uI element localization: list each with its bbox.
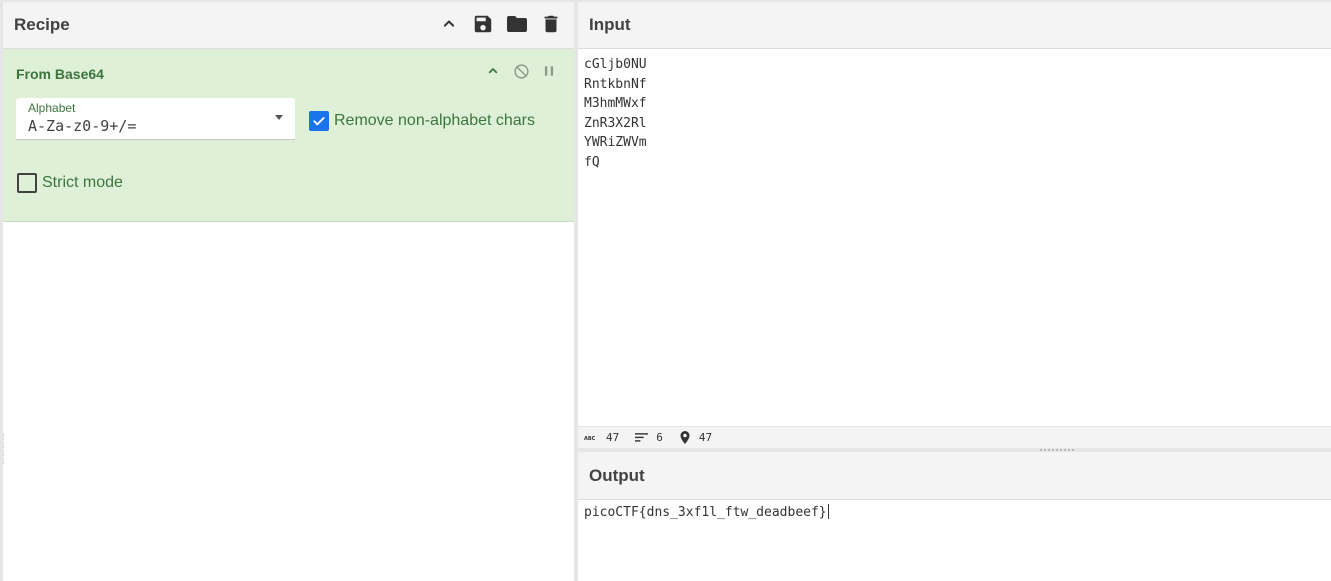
position-stat: 47 bbox=[679, 430, 713, 445]
length-stat: ABC 47 bbox=[584, 431, 619, 444]
operation-disable-button[interactable] bbox=[512, 62, 530, 80]
input-line: M3hmMWxf bbox=[584, 96, 647, 111]
output-text: picoCTF{dns_3xf1l_ftw_deadbeef} bbox=[584, 505, 827, 520]
input-line: YWRiZWVm bbox=[584, 135, 647, 150]
input-title: Input bbox=[589, 15, 631, 34]
output-title: Output bbox=[589, 465, 645, 485]
disable-icon bbox=[513, 63, 529, 79]
operation-from-base64: From Base64 Alphabet A-Za-z0-9+/= Remove… bbox=[3, 49, 575, 222]
clear-recipe-button[interactable] bbox=[539, 12, 563, 36]
io-resize-handle[interactable] bbox=[1040, 449, 1074, 451]
checkbox-unchecked-icon bbox=[17, 173, 37, 193]
strict-mode-checkbox[interactable]: Strict mode bbox=[17, 173, 123, 193]
chevron-up-icon bbox=[488, 68, 498, 74]
lines-value: 6 bbox=[656, 431, 663, 444]
input-textarea[interactable]: cGljb0NU RntkbnNf M3hmMWxf ZnR3X2Rl YWRi… bbox=[578, 50, 1331, 426]
operation-title: From Base64 bbox=[16, 66, 104, 82]
caret-down-icon bbox=[275, 115, 283, 120]
operation-breakpoint-button[interactable] bbox=[540, 62, 558, 80]
recipe-pane: Recipe From Base64 Alphabet A-Za-z0-9+/=… bbox=[0, 0, 575, 581]
save-icon bbox=[474, 15, 492, 33]
input-status-bar: ABC 47 6 47 bbox=[578, 426, 1331, 448]
operation-collapse-button[interactable] bbox=[484, 62, 502, 80]
alphabet-value: A-Za-z0-9+/= bbox=[28, 117, 137, 135]
chevron-up-icon bbox=[443, 20, 455, 27]
input-line: fQ bbox=[584, 154, 600, 170]
pause-icon bbox=[544, 66, 554, 76]
lines-stat: 6 bbox=[635, 431, 663, 444]
alphabet-select[interactable]: Alphabet A-Za-z0-9+/= bbox=[16, 98, 295, 140]
resize-handle[interactable] bbox=[3, 434, 6, 464]
output-textarea[interactable]: picoCTF{dns_3xf1l_ftw_deadbeef} bbox=[578, 500, 1331, 581]
recipe-title: Recipe bbox=[14, 15, 70, 34]
operation-controls bbox=[484, 62, 558, 80]
recipe-header: Recipe bbox=[3, 2, 575, 49]
recipe-header-icons bbox=[437, 12, 563, 36]
output-header: Output bbox=[578, 452, 1331, 500]
folder-icon bbox=[507, 16, 527, 32]
io-pane: Input cGljb0NU RntkbnNf M3hmMWxf ZnR3X2R… bbox=[578, 0, 1331, 581]
trash-icon bbox=[544, 15, 558, 33]
input-line: RntkbnNf bbox=[584, 76, 647, 92]
remove-non-alphabet-checkbox[interactable]: Remove non-alphabet chars bbox=[309, 111, 535, 131]
abc-icon: ABC bbox=[584, 433, 598, 443]
location-pin-icon bbox=[679, 430, 691, 445]
strict-mode-label: Strict mode bbox=[42, 174, 123, 191]
remove-non-alphabet-label: Remove non-alphabet chars bbox=[334, 112, 536, 129]
checkbox-checked-icon bbox=[309, 111, 329, 131]
length-value: 47 bbox=[606, 431, 620, 444]
svg-text:ABC: ABC bbox=[584, 436, 596, 442]
input-line: cGljb0NU bbox=[584, 57, 647, 72]
position-value: 47 bbox=[698, 431, 713, 444]
input-line: ZnR3X2Rl bbox=[584, 115, 647, 131]
input-header: Input bbox=[578, 2, 1331, 49]
text-cursor bbox=[827, 504, 829, 519]
collapse-all-button[interactable] bbox=[437, 12, 461, 36]
save-recipe-button[interactable] bbox=[471, 12, 495, 36]
load-recipe-button[interactable] bbox=[505, 12, 529, 36]
alphabet-label: Alphabet bbox=[28, 101, 76, 115]
lines-icon bbox=[635, 432, 649, 443]
